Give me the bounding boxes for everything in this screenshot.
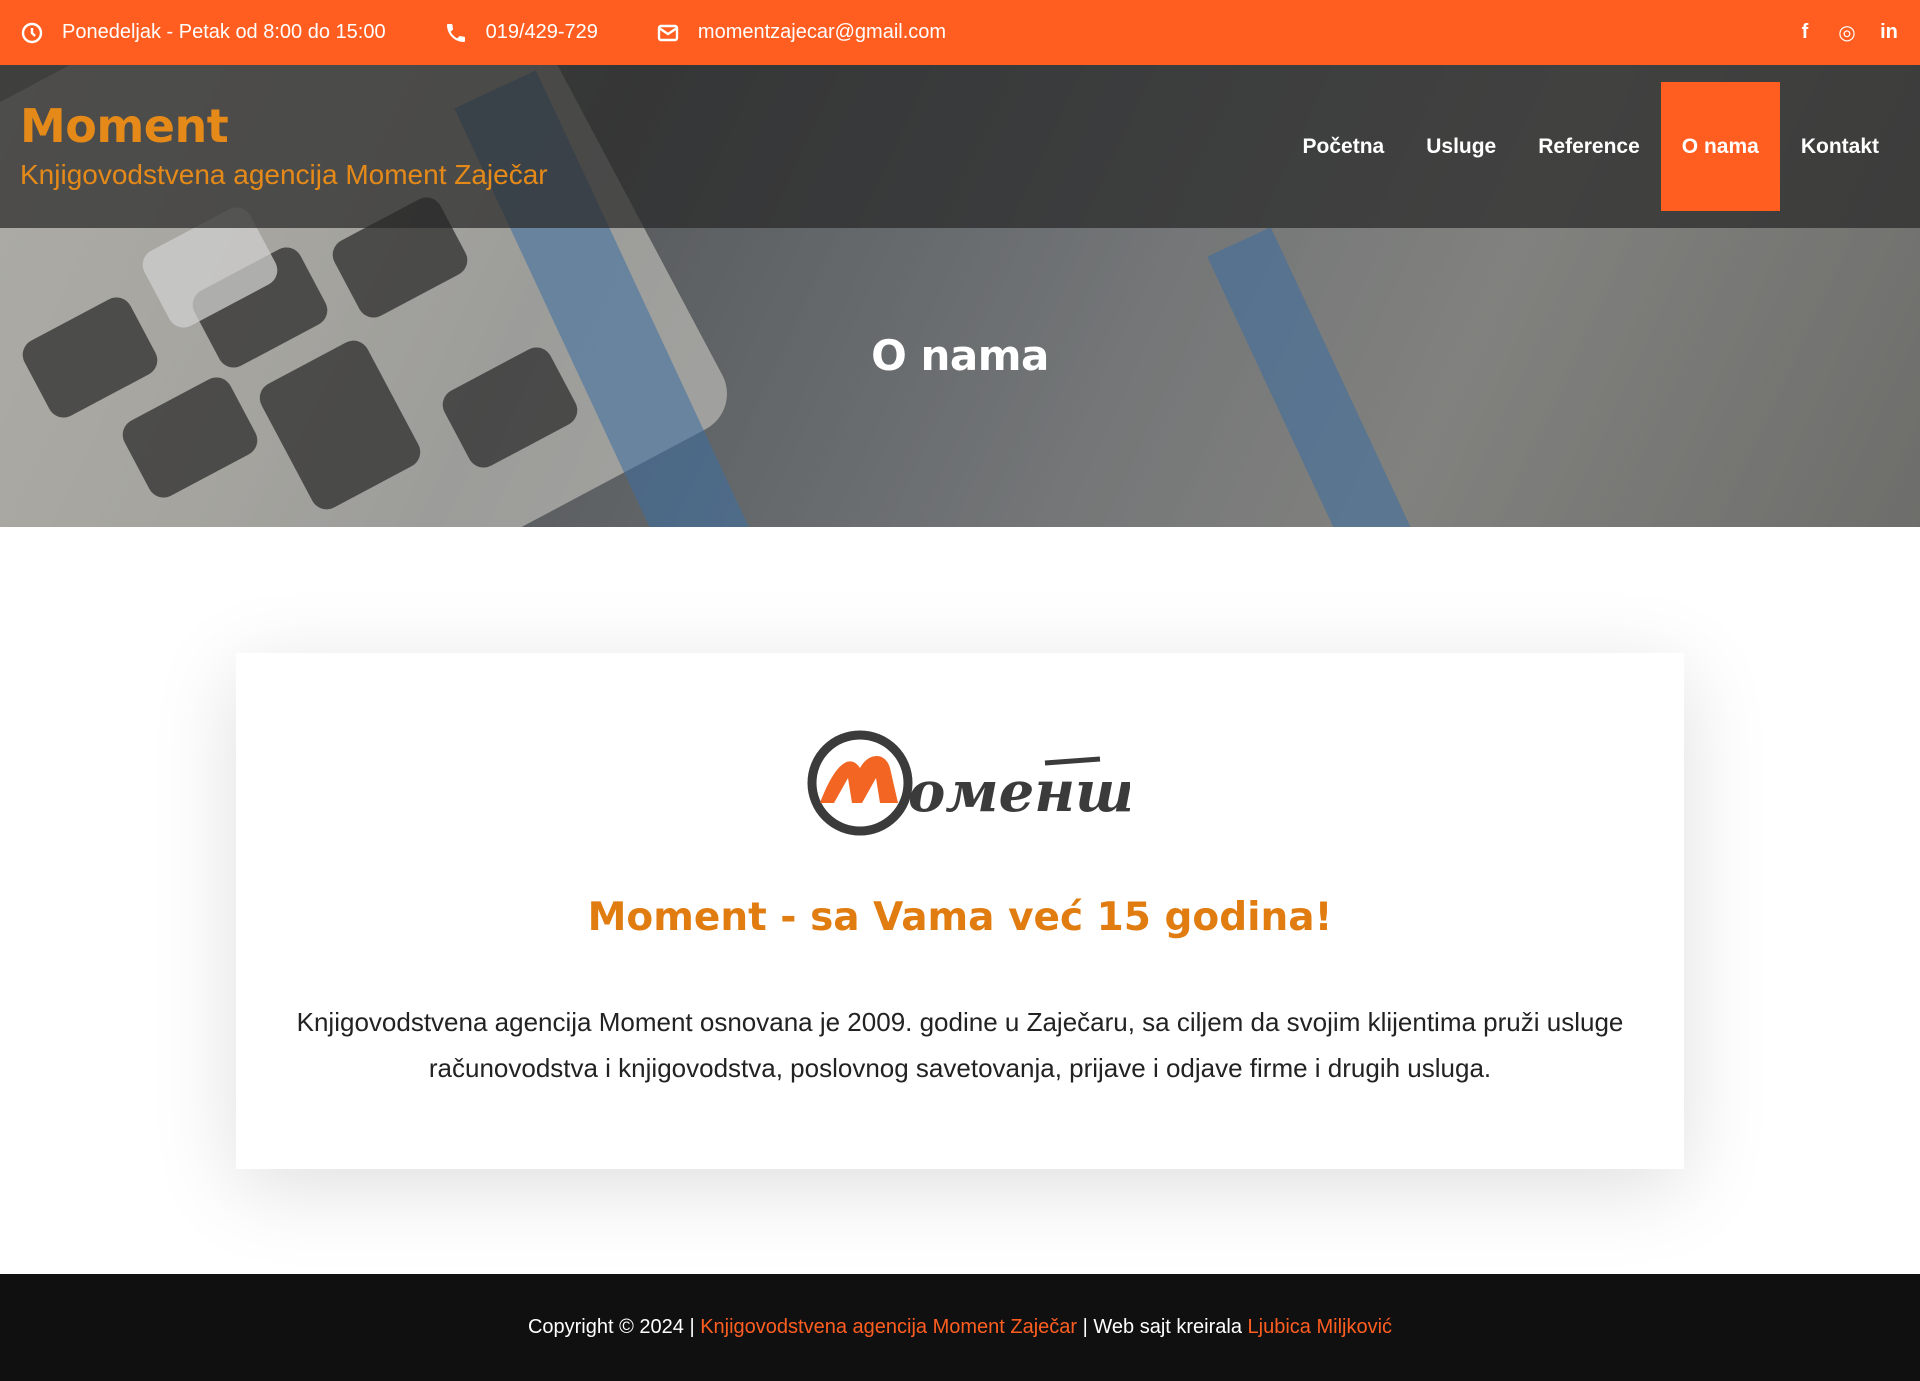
moment-logo: оменш bbox=[807, 730, 1130, 836]
phone-info[interactable]: 019/429-729 bbox=[444, 21, 598, 45]
facebook-icon[interactable]: f bbox=[1794, 21, 1816, 44]
company-link[interactable]: Knjigovodstvena agencija Moment Zaječar bbox=[700, 1316, 1077, 1339]
copyright-text: Copyright © 2024 | bbox=[527, 1316, 701, 1338]
hero-banner: Moment Knjigovodstvena agencija Moment Z… bbox=[0, 65, 1920, 527]
top-info-bar: Ponedeljak - Petak od 8:00 do 15:00 019/… bbox=[0, 0, 1920, 65]
about-card: оменш Moment - sa Vama već 15 godina! Kn… bbox=[236, 653, 1684, 1169]
author-link[interactable]: Ljubica Miljković bbox=[1248, 1316, 1393, 1339]
about-heading: Moment - sa Vama već 15 godina! bbox=[587, 895, 1333, 940]
header-navbar: Moment Knjigovodstvena agencija Moment Z… bbox=[0, 65, 1920, 228]
phone-icon bbox=[446, 23, 465, 42]
envelope-icon bbox=[657, 24, 679, 41]
svg-text:оменш: оменш bbox=[908, 759, 1130, 825]
phone-number[interactable]: 019/429-729 bbox=[486, 21, 598, 44]
site-footer: Copyright © 2024 | Knjigovodstvena agenc… bbox=[0, 1274, 1920, 1381]
email-info[interactable]: momentzajecar@gmail.com bbox=[656, 21, 946, 45]
clock-icon bbox=[21, 22, 43, 43]
email-address[interactable]: momentzajecar@gmail.com bbox=[698, 21, 946, 44]
site-brand[interactable]: Moment Knjigovodstvena agencija Moment Z… bbox=[20, 99, 548, 191]
about-paragraph: Knjigovodstvena agencija Moment osnovana… bbox=[296, 1007, 1624, 1083]
credit-text: | Web sajt kreirala bbox=[1077, 1316, 1248, 1338]
working-hours-text: Ponedeljak - Petak od 8:00 do 15:00 bbox=[62, 21, 386, 43]
nav-item-o-nama[interactable]: O nama bbox=[1660, 82, 1780, 211]
site-name[interactable]: Moment bbox=[20, 99, 548, 153]
working-hours: Ponedeljak - Petak od 8:00 do 15:00 bbox=[20, 21, 386, 45]
linkedin-icon[interactable]: in bbox=[1878, 21, 1900, 44]
main-nav: Početna Usluge Reference O nama Kontakt bbox=[1282, 82, 1900, 211]
site-tagline: Knjigovodstvena agencija Moment Zaječar bbox=[20, 159, 548, 190]
nav-item-usluge[interactable]: Usluge bbox=[1405, 82, 1517, 211]
instagram-icon[interactable]: ◎ bbox=[1836, 22, 1858, 44]
social-links: f ◎ in bbox=[1794, 21, 1900, 44]
nav-item-kontakt[interactable]: Kontakt bbox=[1780, 82, 1900, 211]
page-title: O nama bbox=[871, 331, 1049, 380]
nav-item-pocetna[interactable]: Početna bbox=[1282, 82, 1406, 211]
main-content: оменш Moment - sa Vama već 15 godina! Kn… bbox=[0, 527, 1920, 1274]
nav-item-reference[interactable]: Reference bbox=[1517, 82, 1661, 211]
